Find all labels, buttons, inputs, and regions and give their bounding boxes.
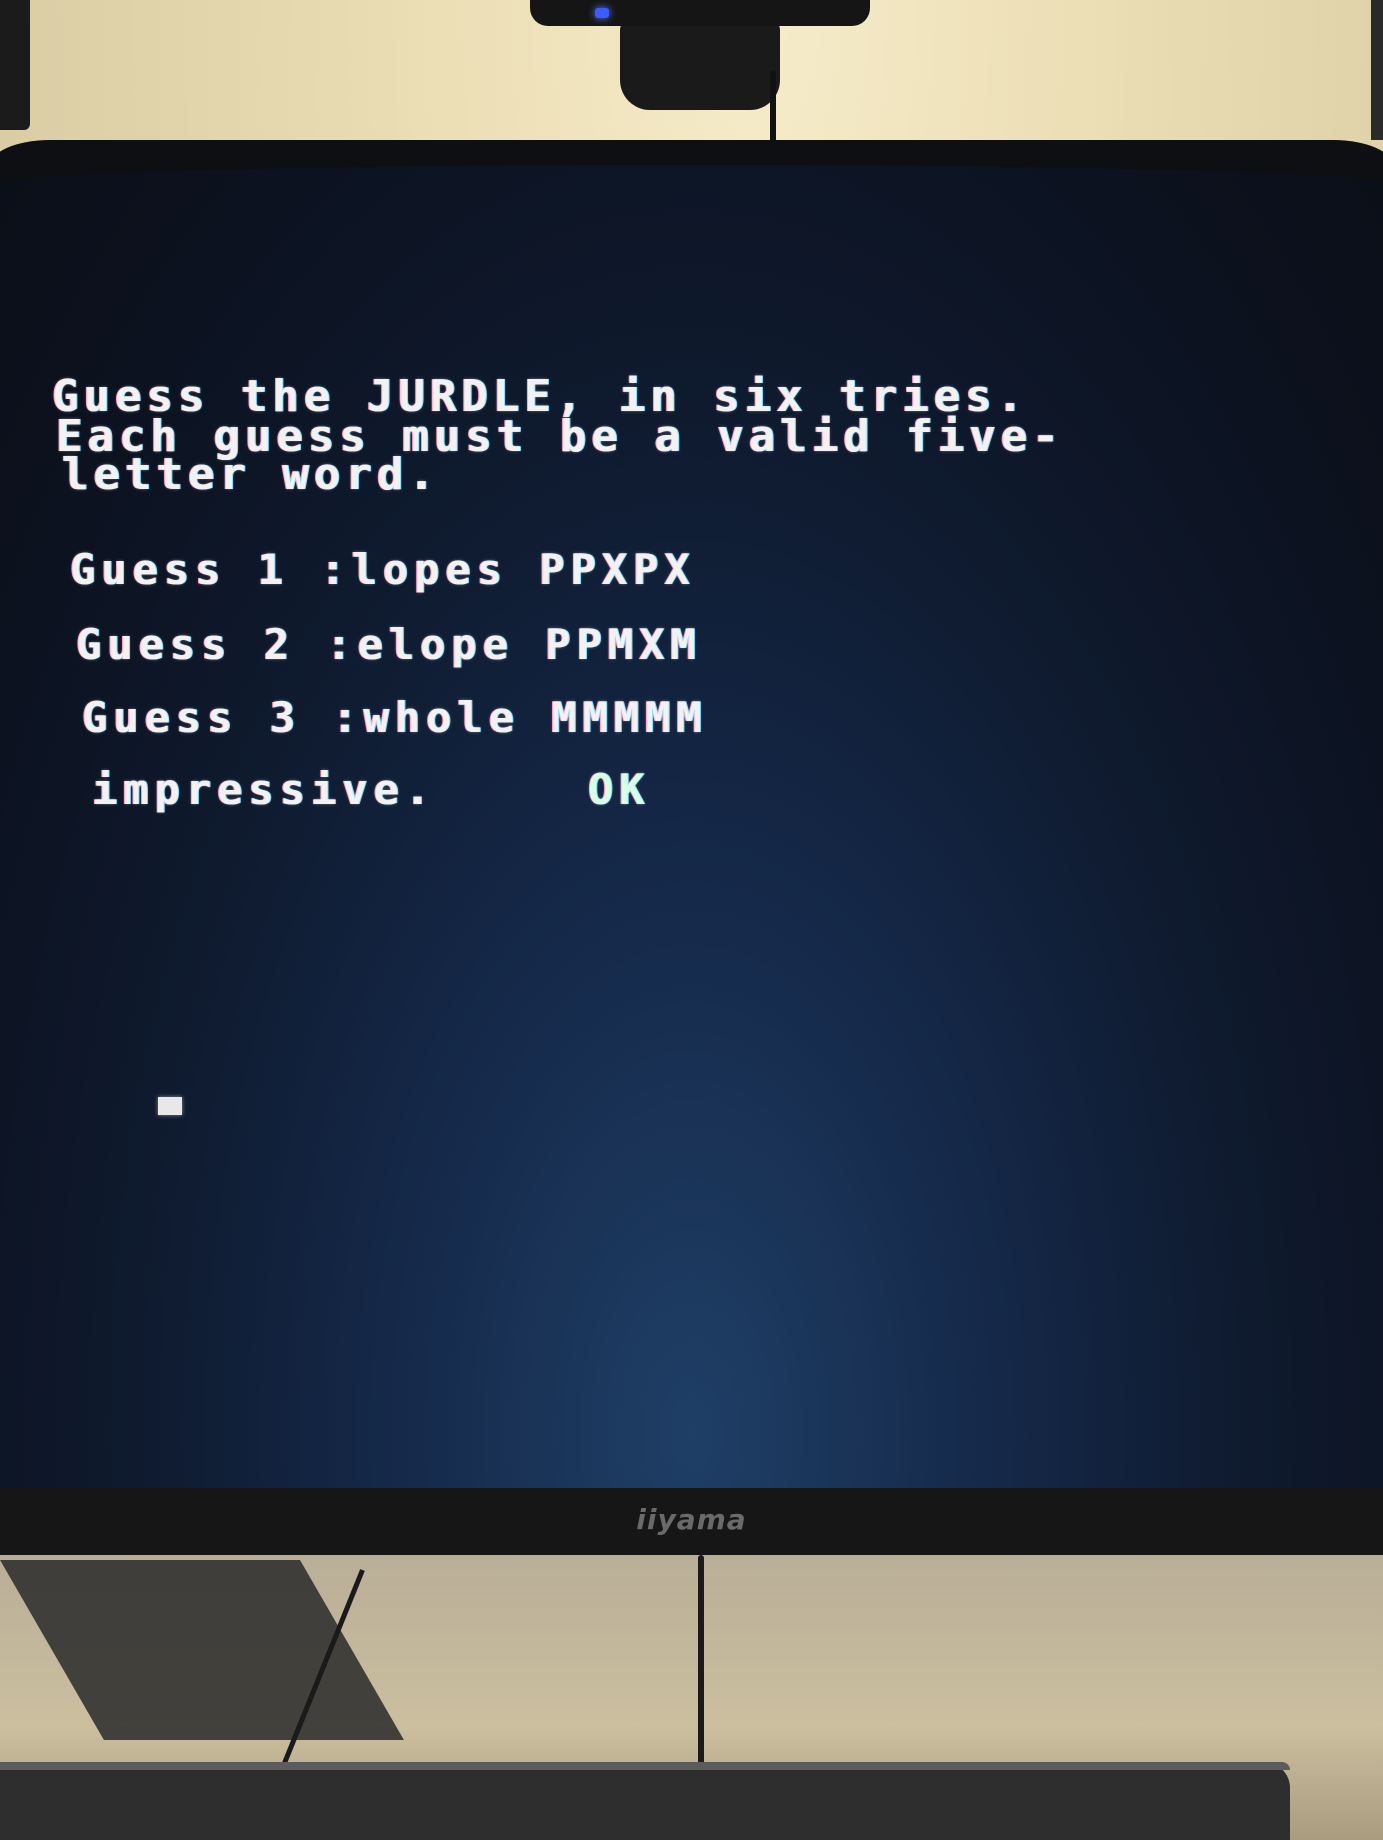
- ok-prompt: OK: [588, 765, 651, 814]
- intro-line-3: letter word.: [62, 449, 440, 500]
- desk-edge-highlight: [0, 1762, 1290, 1770]
- left-speaker: [0, 0, 30, 130]
- result-message: impressive.: [92, 765, 437, 814]
- power-cable: [698, 1555, 704, 1785]
- terminal-display: Guess the JURDLE, in six tries. Each gue…: [0, 165, 1383, 1500]
- guess-row-2: Guess 2 :elope PPMXM: [76, 620, 702, 669]
- text-cursor: [158, 1097, 182, 1115]
- webcam-led-icon: [595, 8, 609, 18]
- webcam: [530, 0, 870, 26]
- brand-logo: iiyama: [636, 1503, 747, 1536]
- guess-row-3: Guess 3 :whole MMMMM: [82, 693, 708, 742]
- guess-row-1: Guess 1 :lopes PPXPX: [70, 545, 696, 594]
- webcam-mount: [620, 20, 780, 110]
- desk-edge: [0, 1762, 1290, 1840]
- monitor-screen: Guess the JURDLE, in six tries. Each gue…: [0, 165, 1383, 1500]
- right-speaker: [1371, 0, 1383, 140]
